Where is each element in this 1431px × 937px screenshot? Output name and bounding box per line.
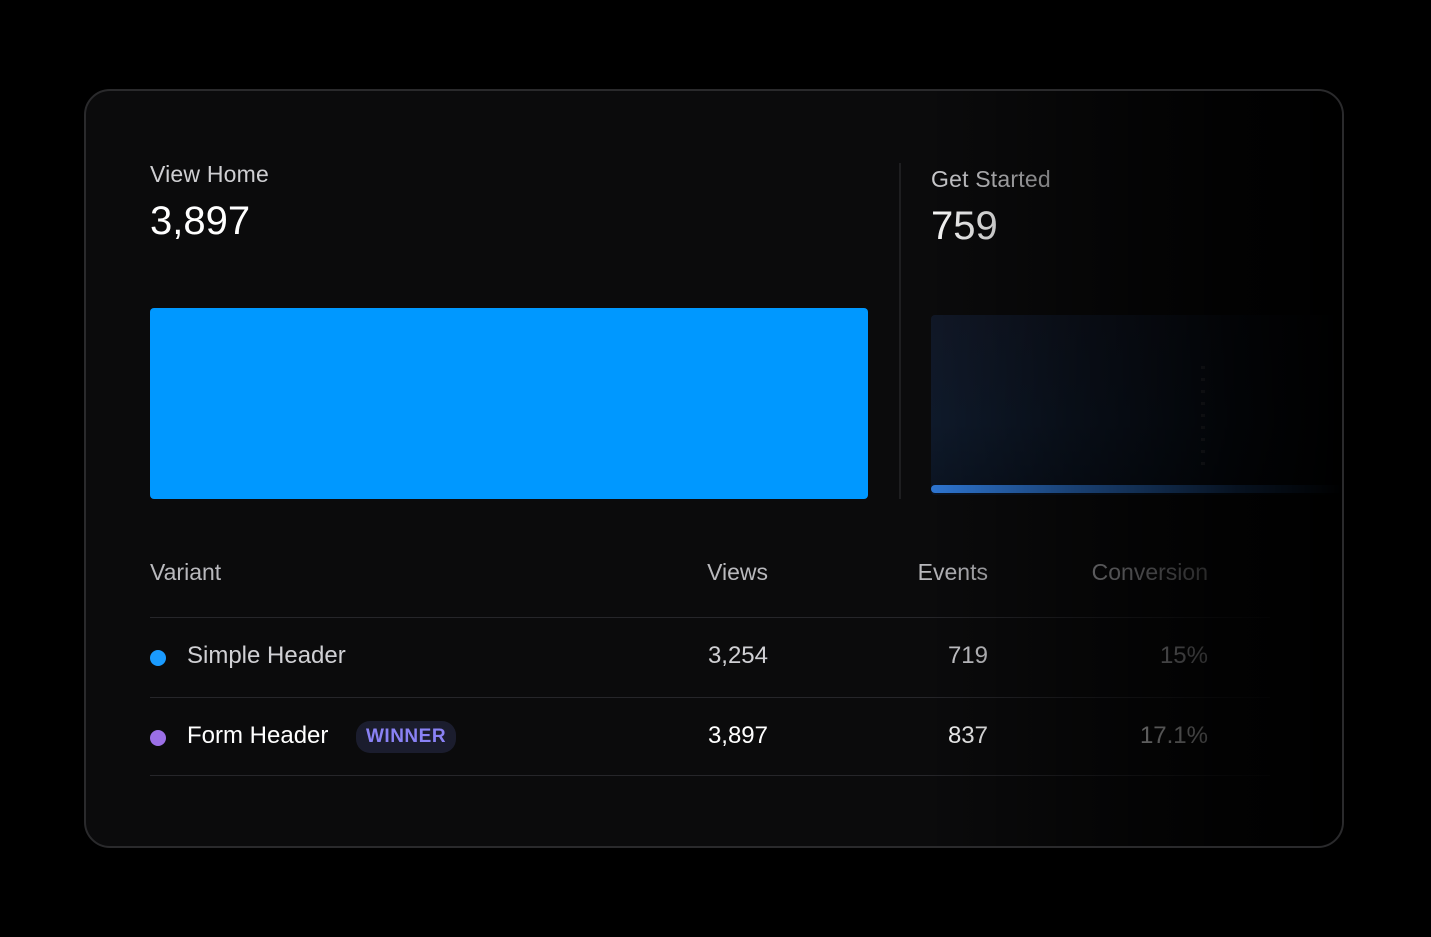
view-home-label: View Home [150, 161, 269, 187]
get-started-value: 759 [931, 204, 998, 248]
views-value: 3,897 [707, 722, 768, 749]
events-value: 837 [947, 722, 988, 749]
get-started-progress-line [931, 485, 1342, 493]
bar-dotted-marker [1201, 366, 1205, 471]
variant-color-dot [150, 650, 166, 666]
views-value: 3,254 [707, 642, 768, 669]
get-started-label: Get Started [931, 166, 1051, 192]
column-header-views: Views [707, 559, 768, 585]
table-divider [150, 617, 1270, 618]
column-header-events: Events [917, 559, 988, 585]
variant-color-dot [150, 730, 166, 746]
variant-name: Simple Header [187, 642, 346, 669]
winner-badge: WINNER [356, 721, 457, 753]
metric-divider [899, 163, 901, 499]
get-started-bar [931, 315, 1342, 495]
variant-name: Form Header [187, 722, 329, 749]
table-divider [150, 775, 1270, 776]
conversion-value: 15% [1159, 642, 1208, 669]
column-header-conversion: Conversion [1091, 559, 1208, 585]
view-home-bar [150, 308, 868, 499]
events-value: 719 [947, 642, 988, 669]
column-header-variant: Variant [150, 559, 222, 585]
view-home-value: 3,897 [150, 199, 251, 243]
table-divider [150, 697, 1270, 698]
experiment-results-card: View Home 3,897 Get Started 759 Variant … [84, 89, 1344, 848]
conversion-value: 17.1% [1139, 722, 1208, 749]
